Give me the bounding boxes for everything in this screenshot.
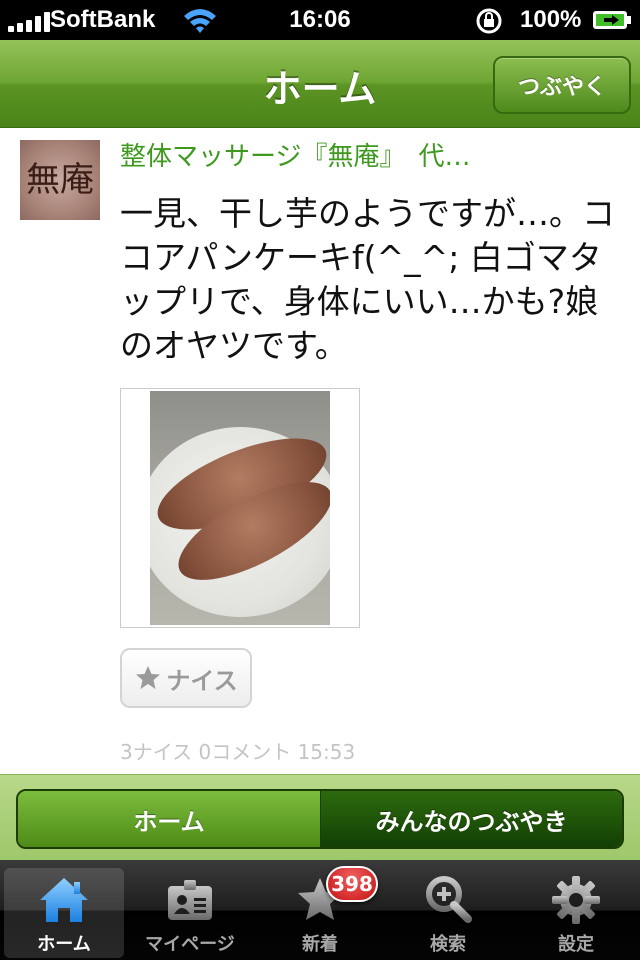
new-count-badge: 398 [326,866,378,902]
profile-card-icon [168,880,212,920]
tab-new-label: 新着 [302,934,338,955]
tab-bar: ホーム マイページ 新着 検索 設定 [0,860,640,960]
segment-everyone[interactable]: みんなのつぶやき [321,791,622,847]
battery-icon [593,11,631,29]
tab-search-label: 検索 [430,934,466,955]
photo-image [150,391,330,625]
home-icon [40,878,88,922]
tweet-button[interactable]: つぶやく [493,56,631,114]
tab-home[interactable]: ホーム [4,868,124,958]
tab-settings-label: 設定 [558,934,594,955]
battery-percent: 100% [520,6,582,33]
post-meta: 3ナイス 0コメント 15:53 [120,740,356,764]
rotation-lock-icon [476,8,502,34]
avatar-logo-text: 無庵 [26,160,94,200]
avatar[interactable]: 無庵 [20,140,100,220]
star-icon [136,666,161,689]
gear-icon [552,876,600,924]
status-bar: SoftBank 16:06 100% [0,0,640,40]
search-zoom-icon [426,876,472,923]
nice-button[interactable]: ナイス [120,648,252,708]
tab-search[interactable]: 検索 [388,868,508,958]
tab-mypage-label: マイページ [145,934,235,955]
navigation-bar: ホーム つぶやく [0,40,640,128]
tab-mypage[interactable]: マイページ [130,868,250,958]
tab-settings[interactable]: 設定 [516,868,636,958]
nice-button-label: ナイス [166,666,238,695]
post-text: 一見、干し芋のようですが…。ココアパンケーキf(^_^; 白ゴマタップリで、身体… [120,194,615,365]
segmented-control: ホーム みんなのつぶやき [16,789,624,849]
author-name[interactable]: 整体マッサージ『無庵』 代… [120,136,520,173]
segment-bar: ホーム みんなのつぶやき [0,774,640,860]
segment-home[interactable]: ホーム [18,791,321,847]
post-photo[interactable] [120,388,360,628]
tab-home-label: ホーム [37,934,91,955]
post-content: 無庵 整体マッサージ『無庵』 代… 一見、干し芋のようですが…。ココアパンケーキ… [0,128,640,774]
